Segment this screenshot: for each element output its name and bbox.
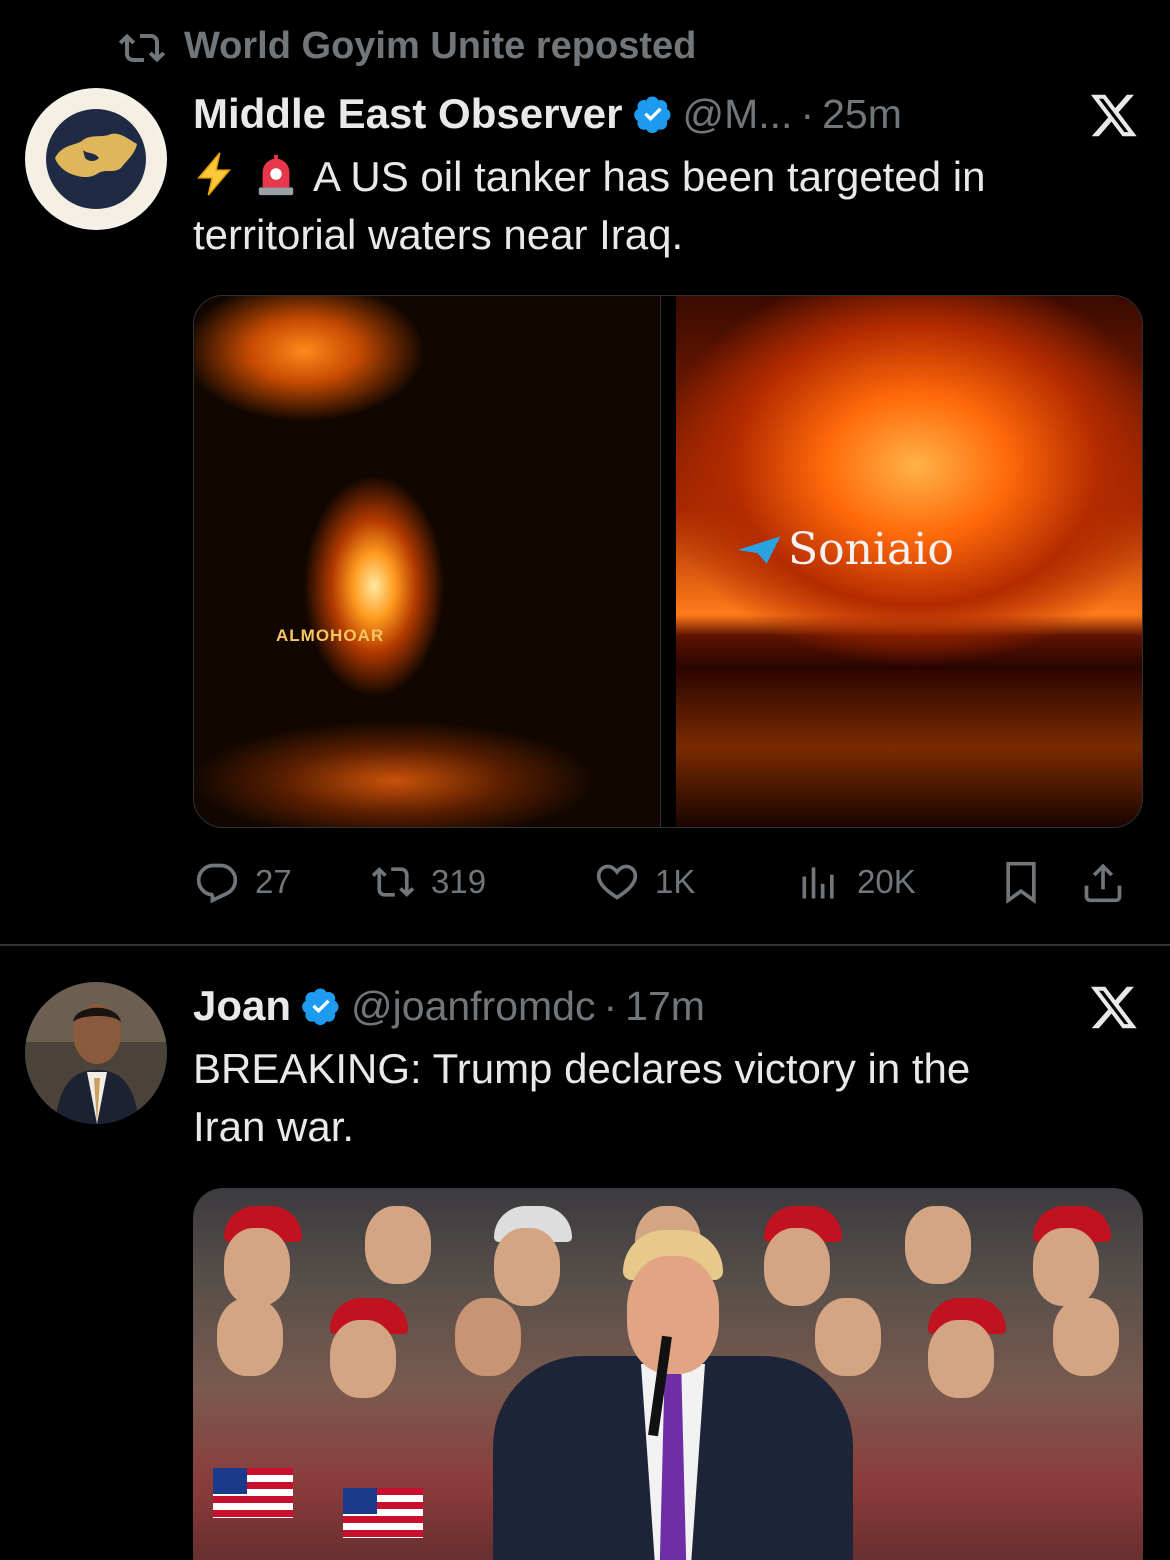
views-count: 20K xyxy=(857,863,916,900)
joan-profile-photo xyxy=(25,982,167,1124)
like-count: 1K xyxy=(655,863,696,900)
avatar-middle-east-observer[interactable] xyxy=(25,88,167,230)
crowd-person xyxy=(365,1206,432,1306)
author-name[interactable]: Joan xyxy=(193,982,291,1030)
repost-count: 319 xyxy=(431,863,487,900)
tweet-text-line-2: territorial waters near Iraq. xyxy=(193,211,684,258)
crowd-person xyxy=(904,1206,971,1306)
flag-shirt-graphic xyxy=(343,1488,423,1538)
media-image-tanker-fire-left[interactable]: ALMOHOAR xyxy=(194,296,660,827)
watermark-almohoar: ALMOHOAR xyxy=(276,626,385,645)
bookmark-icon xyxy=(1006,861,1036,904)
verified-badge-icon xyxy=(302,988,339,1025)
tweet-text: BREAKING: Trump declares victory in the … xyxy=(193,1040,1133,1156)
share-icon xyxy=(1084,863,1122,903)
author-handle[interactable]: @M... xyxy=(683,91,793,138)
lightning-icon xyxy=(197,152,232,196)
heart-icon xyxy=(596,864,638,900)
flag-shirt-graphic xyxy=(213,1468,293,1518)
reply-icon xyxy=(196,863,238,904)
tweet-header: Middle East Observer @M... · 25m xyxy=(193,84,902,144)
crowd-person xyxy=(1053,1298,1120,1398)
tweet-action-bar: 27 319 1K 20K xyxy=(193,856,1143,908)
tweet-media-grid[interactable]: ALMOHOAR Soniaio xyxy=(193,295,1143,828)
tweet-text: A US oil tanker has been targeted in ter… xyxy=(193,148,1133,264)
crowd-person xyxy=(224,1206,303,1306)
tweet-text-line-2: Iran war. xyxy=(193,1103,355,1150)
views-button[interactable]: 20K xyxy=(797,856,916,908)
speaker-face xyxy=(627,1256,719,1374)
tweet-media-rally-image[interactable] xyxy=(193,1188,1143,1560)
tweet-time[interactable]: 17m xyxy=(625,983,705,1030)
bookmark-button[interactable] xyxy=(999,856,1043,908)
views-icon xyxy=(802,867,834,899)
separator-dot: · xyxy=(603,982,618,1029)
reply-button[interactable]: 27 xyxy=(195,856,292,908)
tweet-time[interactable]: 25m xyxy=(822,91,902,138)
crowd-person xyxy=(763,1206,842,1306)
crowd-person xyxy=(1033,1206,1112,1306)
tweet-text-line-1: A US oil tanker has been targeted in xyxy=(313,153,986,200)
repost-indicator[interactable]: World Goyim Unite reposted xyxy=(118,22,696,70)
watermark-soniaio: Soniaio xyxy=(736,524,954,575)
like-button[interactable]: 1K xyxy=(595,856,695,908)
watermark-soniaio-text: Soniaio xyxy=(788,524,954,575)
repost-icon xyxy=(371,867,415,897)
crowd-person xyxy=(494,1206,573,1306)
repost-icon xyxy=(118,33,166,63)
crowd-person xyxy=(329,1298,408,1398)
crowd-person xyxy=(454,1298,521,1398)
media-image-tanker-fire-right[interactable]: Soniaio xyxy=(676,296,1142,827)
repost-button[interactable]: 319 xyxy=(371,856,486,908)
siren-icon xyxy=(258,154,294,196)
share-button[interactable] xyxy=(1081,856,1125,908)
author-handle[interactable]: @joanfromdc xyxy=(351,983,595,1030)
repost-text: World Goyim Unite reposted xyxy=(184,24,697,67)
avatar-joan[interactable] xyxy=(25,982,167,1124)
tweet-header: Joan @joanfromdc · 17m xyxy=(193,976,705,1036)
speaker xyxy=(613,1230,733,1380)
separator-dot: · xyxy=(800,90,815,137)
telegram-icon xyxy=(737,535,781,564)
x-logo-icon xyxy=(1090,94,1137,137)
middle-east-observer-logo xyxy=(30,93,162,225)
reply-count: 27 xyxy=(255,863,292,900)
crowd-person xyxy=(216,1298,283,1398)
crowd-person xyxy=(928,1298,1007,1398)
tweet-divider xyxy=(0,944,1170,946)
author-name[interactable]: Middle East Observer xyxy=(193,90,623,138)
verified-badge-icon xyxy=(633,96,670,133)
media-divider xyxy=(660,296,676,827)
tweet-text-line-1: BREAKING: Trump declares victory in the xyxy=(193,1045,971,1092)
x-logo-icon xyxy=(1090,986,1137,1029)
